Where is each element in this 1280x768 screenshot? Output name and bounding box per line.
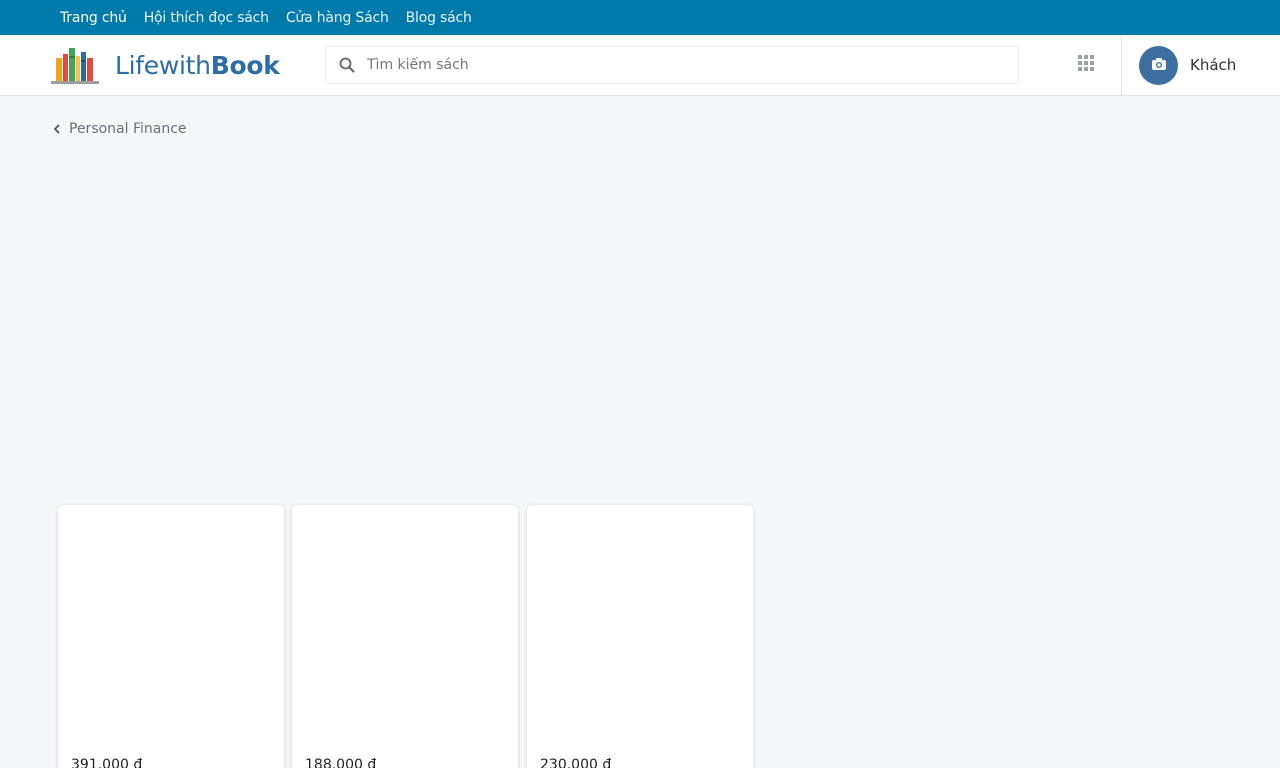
grid-dot — [1084, 67, 1088, 71]
logo-text-light: Lifewith — [115, 50, 211, 80]
search-bar — [325, 46, 1019, 84]
product-price: 230.000 đ — [540, 757, 612, 768]
breadcrumb-label: Personal Finance — [69, 121, 187, 137]
grid-dot — [1084, 61, 1088, 65]
product-card[interactable]: 391.000 đ — [58, 505, 284, 768]
nav-link-bookstore[interactable]: Cửa hàng Sách — [286, 10, 389, 26]
grid-dot — [1090, 67, 1094, 71]
nav-link-reading-club[interactable]: Hội thích đọc sách — [144, 10, 269, 26]
grid-dot — [1084, 55, 1088, 59]
site-header: LifewithBook Khách — [0, 35, 1280, 96]
grid-dot — [1078, 55, 1082, 59]
bookshelf-icon — [50, 44, 100, 86]
top-navigation: Trang chủ Hội thích đọc sách Cửa hàng Sá… — [0, 0, 1280, 35]
nav-link-blog[interactable]: Blog sách — [406, 10, 472, 26]
nav-link-home[interactable]: Trang chủ — [60, 10, 127, 26]
avatar[interactable] — [1139, 45, 1178, 85]
search-input[interactable] — [367, 57, 967, 73]
logo-wordmark: LifewithBook — [115, 51, 280, 80]
account-menu[interactable]: Khách — [1139, 45, 1237, 85]
grid-dot — [1090, 61, 1094, 65]
grid-dot — [1078, 67, 1082, 71]
product-price: 188.000 đ — [305, 757, 377, 768]
camera-icon — [1151, 56, 1167, 75]
site-logo[interactable]: LifewithBook — [50, 44, 280, 86]
grid-icon[interactable] — [1078, 55, 1095, 72]
search-icon[interactable] — [338, 56, 356, 74]
logo-text-bold: Book — [210, 50, 280, 80]
header-divider — [1121, 35, 1122, 95]
chevron-left-icon — [53, 123, 63, 135]
product-card[interactable]: 188.000 đ — [292, 505, 518, 768]
breadcrumb[interactable]: Personal Finance — [53, 121, 187, 137]
product-card[interactable]: 230.000 đ — [527, 505, 753, 768]
grid-dot — [1090, 55, 1094, 59]
product-price: 391.000 đ — [71, 757, 143, 768]
account-name: Khách — [1190, 56, 1237, 74]
grid-dot — [1078, 61, 1082, 65]
